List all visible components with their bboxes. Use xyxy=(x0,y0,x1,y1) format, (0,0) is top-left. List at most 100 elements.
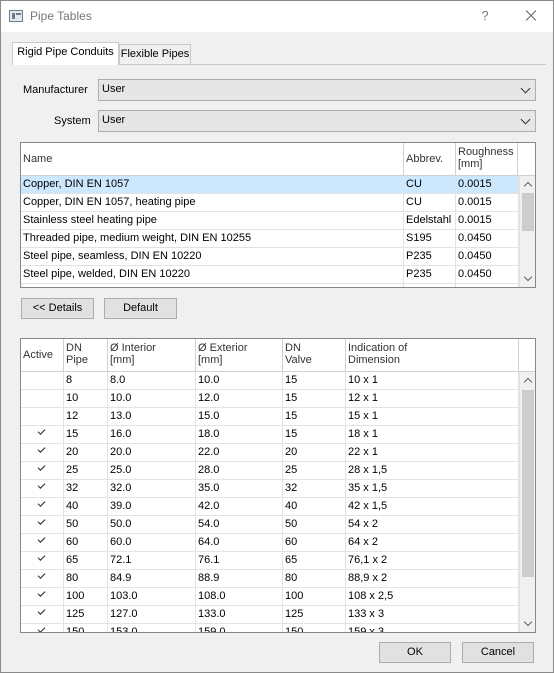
active-checkbox-cell[interactable] xyxy=(21,606,64,624)
table-row[interactable]: 12 13.0 15.0 15 15 x 1 xyxy=(21,408,519,426)
column-header-active[interactable]: Active xyxy=(21,339,64,371)
table-row[interactable]: PE-XPE-X0.0070 xyxy=(21,284,519,287)
system-value: User xyxy=(102,114,126,126)
table-row[interactable]: 15 16.0 18.0 15 18 x 1 xyxy=(21,426,519,444)
checkmark-icon xyxy=(37,427,46,435)
column-header-exterior[interactable]: Ø Exterior [mm] xyxy=(196,339,283,371)
table-row[interactable]: Steel pipe, seamless, DIN EN 10220 P235 0.… xyxy=(21,248,519,266)
table-row[interactable]: Copper, DIN EN 1057, heating pipe CU 0.001… xyxy=(21,194,519,212)
table-row[interactable]: Copper, DIN EN 1057 CU 0.0015 xyxy=(21,176,519,194)
table-row[interactable]: Stainless steel heating pipe Edelstahl 0.0… xyxy=(21,212,519,230)
table-cell: P235 xyxy=(404,248,456,266)
table-cell: 65 xyxy=(283,552,346,570)
active-checkbox-cell[interactable] xyxy=(21,570,64,588)
active-checkbox-cell[interactable] xyxy=(21,480,64,498)
checkmark-icon xyxy=(37,625,46,632)
cancel-button[interactable]: Cancel xyxy=(462,642,534,663)
table-cell: 42.0 xyxy=(196,498,283,516)
table-cell: 127.0 xyxy=(108,606,196,624)
active-checkbox-cell[interactable] xyxy=(21,390,64,408)
default-button[interactable]: Default xyxy=(104,298,177,319)
table-row[interactable]: 125 127.0 133.0 125 133 x 3 xyxy=(21,606,519,624)
table-row[interactable]: 65 72.1 76.1 65 76,1 x 2 xyxy=(21,552,519,570)
table-cell: 20 xyxy=(283,444,346,462)
chevron-down-icon xyxy=(520,83,531,94)
active-checkbox-cell[interactable] xyxy=(21,408,64,426)
active-checkbox-cell[interactable] xyxy=(21,624,64,632)
active-checkbox-cell[interactable] xyxy=(21,516,64,534)
table-cell: 60.0 xyxy=(108,534,196,552)
table-cell: P235 xyxy=(404,266,456,284)
table-cell: 12.0 xyxy=(196,390,283,408)
column-header-dimension[interactable]: Indication of Dimension xyxy=(346,339,519,371)
active-checkbox-cell[interactable] xyxy=(21,588,64,606)
tab-flexible-pipes[interactable]: Flexible Pipes xyxy=(119,44,191,65)
table-row[interactable]: Threaded pipe, medium weight, DIN EN 102… xyxy=(21,230,519,248)
table-cell: 159.0 xyxy=(196,624,283,632)
table-cell: Steel pipe, seamless, DIN EN 10220 xyxy=(21,248,404,266)
table-row[interactable]: 80 84.9 88.9 80 88,9 x 2 xyxy=(21,570,519,588)
scroll-up-icon[interactable] xyxy=(520,176,535,193)
table-cell: 22.0 xyxy=(196,444,283,462)
chevron-down-icon xyxy=(520,114,531,125)
scroll-down-icon[interactable] xyxy=(520,271,535,287)
scroll-thumb[interactable] xyxy=(522,390,534,577)
table-row[interactable]: 100 103.0 108.0 100 108 x 2,5 xyxy=(21,588,519,606)
tab-rigid-pipe-conduits[interactable]: Rigid Pipe Conduits xyxy=(12,42,119,65)
column-header-label: Abbrev. xyxy=(406,153,444,165)
table-row[interactable]: Steel pipe, welded, DIN EN 10220 P235 0.04… xyxy=(21,266,519,284)
table-cell: 50 xyxy=(64,516,108,534)
vertical-scrollbar[interactable] xyxy=(519,372,535,632)
help-button[interactable]: ? xyxy=(473,6,497,26)
table-row[interactable]: 150 153.0 159.0 150 159 x 3 xyxy=(21,624,519,632)
scroll-up-icon[interactable] xyxy=(520,372,535,389)
column-header-name[interactable]: Name xyxy=(21,143,404,175)
vertical-scrollbar[interactable] xyxy=(519,176,535,287)
table-cell: 108 x 2,5 xyxy=(346,588,519,606)
active-checkbox-cell[interactable] xyxy=(21,534,64,552)
table-row[interactable]: 10 10.0 12.0 15 12 x 1 xyxy=(21,390,519,408)
table-cell: 40 xyxy=(64,498,108,516)
table-cell: PE-X xyxy=(21,284,404,287)
manufacturer-dropdown[interactable]: User xyxy=(98,79,536,101)
active-checkbox-cell[interactable] xyxy=(21,462,64,480)
active-checkbox-cell[interactable] xyxy=(21,426,64,444)
table-cell: 8 xyxy=(64,372,108,390)
scroll-down-icon[interactable] xyxy=(520,616,535,632)
table-row[interactable]: 40 39.0 42.0 40 42 x 1,5 xyxy=(21,498,519,516)
table-row[interactable]: 20 20.0 22.0 20 22 x 1 xyxy=(21,444,519,462)
table-row[interactable]: 8 8.0 10.0 15 10 x 1 xyxy=(21,372,519,390)
table-row[interactable]: 50 50.0 54.0 50 54 x 2 xyxy=(21,516,519,534)
table-cell: 150 xyxy=(64,624,108,632)
system-dropdown[interactable]: User xyxy=(98,110,536,132)
table-cell: 10.0 xyxy=(108,390,196,408)
active-checkbox-cell[interactable] xyxy=(21,372,64,390)
table-cell: CU xyxy=(404,176,456,194)
table-cell: 54.0 xyxy=(196,516,283,534)
checkmark-icon xyxy=(37,535,46,543)
scroll-thumb[interactable] xyxy=(522,193,534,231)
table-row[interactable]: 60 60.0 64.0 60 64 x 2 xyxy=(21,534,519,552)
column-header-dn-pipe[interactable]: DN Pipe xyxy=(64,339,108,371)
column-header-roughness[interactable]: Roughness [mm] xyxy=(456,143,518,175)
table-cell: Copper, DIN EN 1057 xyxy=(21,176,404,194)
table-cell: 22 x 1 xyxy=(346,444,519,462)
table-cell: CU xyxy=(404,194,456,212)
table-cell: 65 xyxy=(64,552,108,570)
column-header-interior[interactable]: Ø Interior [mm] xyxy=(108,339,196,371)
active-checkbox-cell[interactable] xyxy=(21,552,64,570)
checkmark-icon xyxy=(37,445,46,453)
table-row[interactable]: 25 25.0 28.0 25 28 x 1,5 xyxy=(21,462,519,480)
ok-button[interactable]: OK xyxy=(379,642,451,663)
active-checkbox-cell[interactable] xyxy=(21,444,64,462)
details-button[interactable]: << Details xyxy=(21,298,94,319)
close-icon[interactable] xyxy=(515,4,545,28)
table-cell: 42 x 1,5 xyxy=(346,498,519,516)
table-cell: 35 x 1,5 xyxy=(346,480,519,498)
column-header-abbrev[interactable]: Abbrev. xyxy=(404,143,456,175)
table-row[interactable]: 32 32.0 35.0 32 35 x 1,5 xyxy=(21,480,519,498)
active-checkbox-cell[interactable] xyxy=(21,498,64,516)
table-cell: 12 xyxy=(64,408,108,426)
column-header-dn-valve[interactable]: DN Valve xyxy=(283,339,346,371)
column-header-label: Name xyxy=(23,153,53,165)
